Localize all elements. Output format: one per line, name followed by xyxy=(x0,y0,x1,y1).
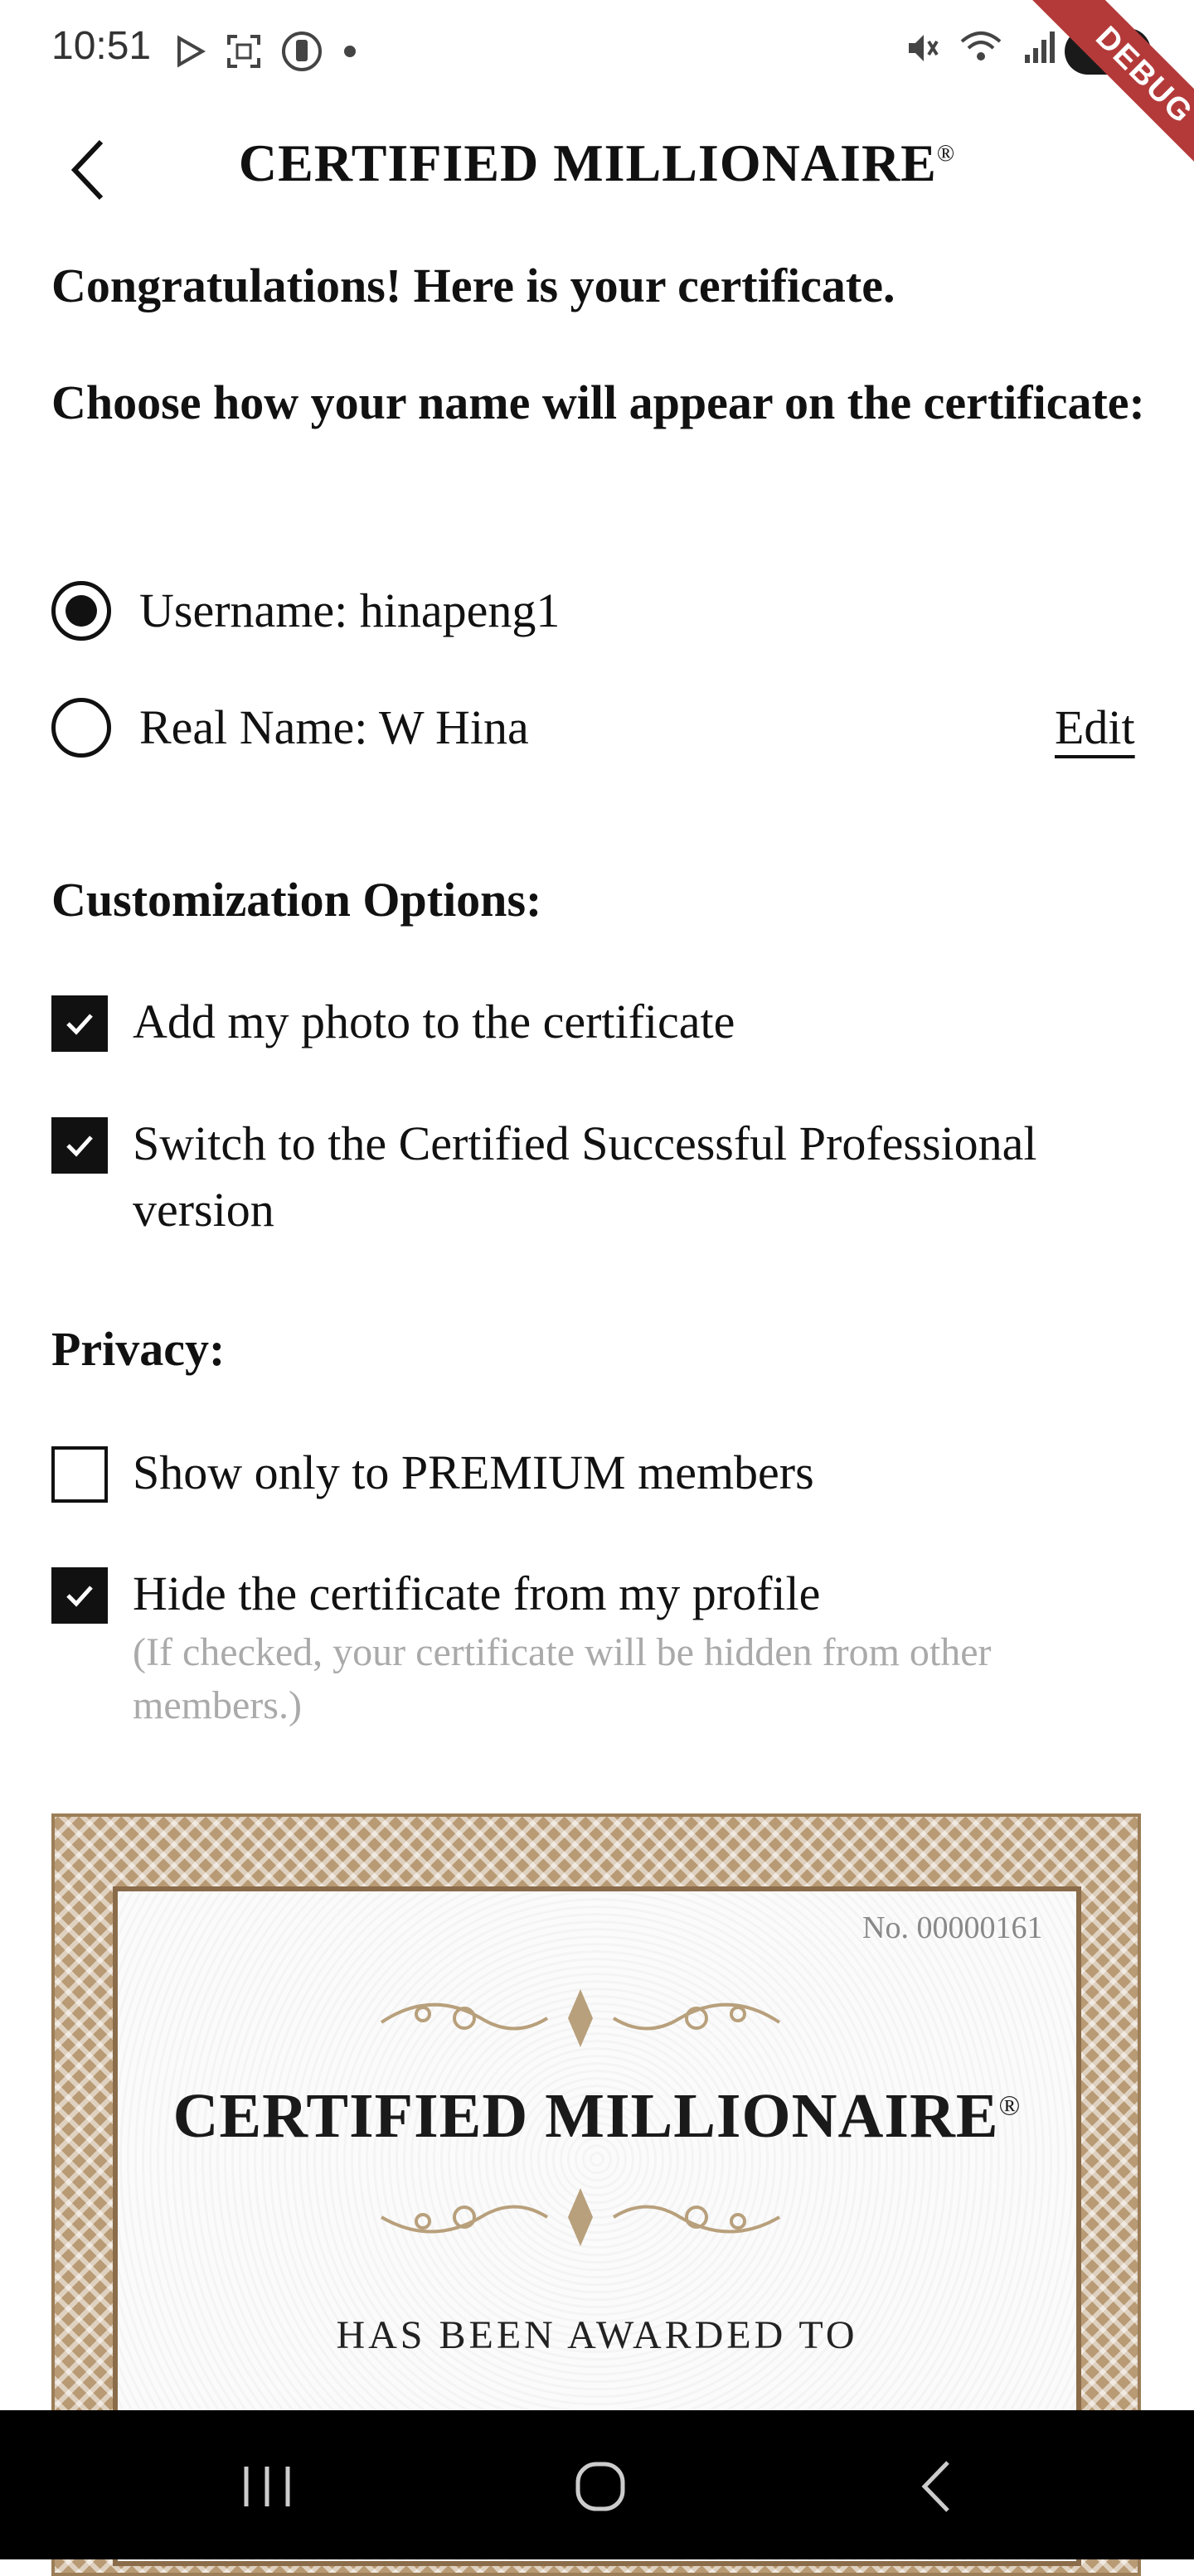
ornament-bottom-icon xyxy=(380,2188,781,2246)
real-name-option-label[interactable]: Real Name: W Hina xyxy=(139,695,529,761)
premium-only-checkbox[interactable] xyxy=(51,1446,108,1503)
page-title-text: CERTIFIED MILLIONAIRE xyxy=(238,133,937,192)
recent-apps-icon xyxy=(244,2467,290,2506)
ornament-top-icon xyxy=(380,1989,781,2047)
certificate-registered-mark: ® xyxy=(998,2090,1022,2122)
screenshot-icon xyxy=(227,35,260,68)
page-title: CERTIFIED MILLIONAIRE® xyxy=(0,133,1194,194)
name-section-heading: Choose how your name will appear on the … xyxy=(51,375,1145,429)
certificate-title-text: CERTIFIED MILLIONAIRE xyxy=(172,2081,999,2151)
wifi-icon xyxy=(960,31,1002,61)
premium-only-label[interactable]: Show only to PREMIUM members xyxy=(133,1440,814,1506)
chevron-left-icon xyxy=(70,139,104,201)
status-time: 10:51 xyxy=(51,24,152,68)
status-icons-right xyxy=(904,30,1058,66)
signal-icon xyxy=(1025,31,1055,63)
checkmark-icon xyxy=(66,1135,93,1157)
mute-icon xyxy=(909,35,939,61)
registered-mark: ® xyxy=(936,141,956,167)
add-photo-checkbox[interactable] xyxy=(51,995,108,1052)
real-name-radio[interactable] xyxy=(51,698,111,758)
home-icon xyxy=(575,2462,625,2511)
back-icon xyxy=(921,2461,949,2512)
certificate-number: No. 00000161 xyxy=(862,1910,1043,1945)
add-photo-label[interactable]: Add my photo to the certificate xyxy=(133,989,735,1055)
hide-certificate-label[interactable]: Hide the certificate from my profile xyxy=(133,1561,820,1627)
status-icons-left xyxy=(174,30,358,73)
certificate-title: CERTIFIED MILLIONAIRE® xyxy=(113,2080,1081,2152)
customization-heading: Customization Options: xyxy=(51,873,542,927)
phone-icon xyxy=(282,31,322,71)
certificate-awarded-text: HAS BEEN AWARDED TO xyxy=(336,2313,858,2357)
home-button[interactable] xyxy=(551,2453,650,2520)
nav-back-button[interactable] xyxy=(886,2453,985,2520)
checkmark-icon xyxy=(66,1014,93,1035)
edit-name-link[interactable]: Edit xyxy=(1055,700,1135,755)
congratulations-text: Congratulations! Here is your certificat… xyxy=(51,259,896,312)
recent-apps-button[interactable] xyxy=(217,2453,317,2520)
hide-certificate-hint: (If checked, your certificate will be hi… xyxy=(133,1630,992,1727)
play-store-icon xyxy=(177,35,206,68)
switch-version-checkbox[interactable] xyxy=(51,1117,108,1174)
hide-certificate-checkbox[interactable] xyxy=(51,1567,108,1624)
username-radio[interactable] xyxy=(51,581,111,641)
back-button[interactable] xyxy=(58,133,116,207)
switch-version-label[interactable]: Switch to the Certified Successful Profe… xyxy=(133,1111,1144,1243)
privacy-heading: Privacy: xyxy=(51,1322,226,1376)
dot-icon xyxy=(344,46,356,57)
username-option-label[interactable]: Username: hinapeng1 xyxy=(139,578,560,644)
checkmark-icon xyxy=(66,1586,93,1607)
radio-selected-dot xyxy=(66,595,97,627)
